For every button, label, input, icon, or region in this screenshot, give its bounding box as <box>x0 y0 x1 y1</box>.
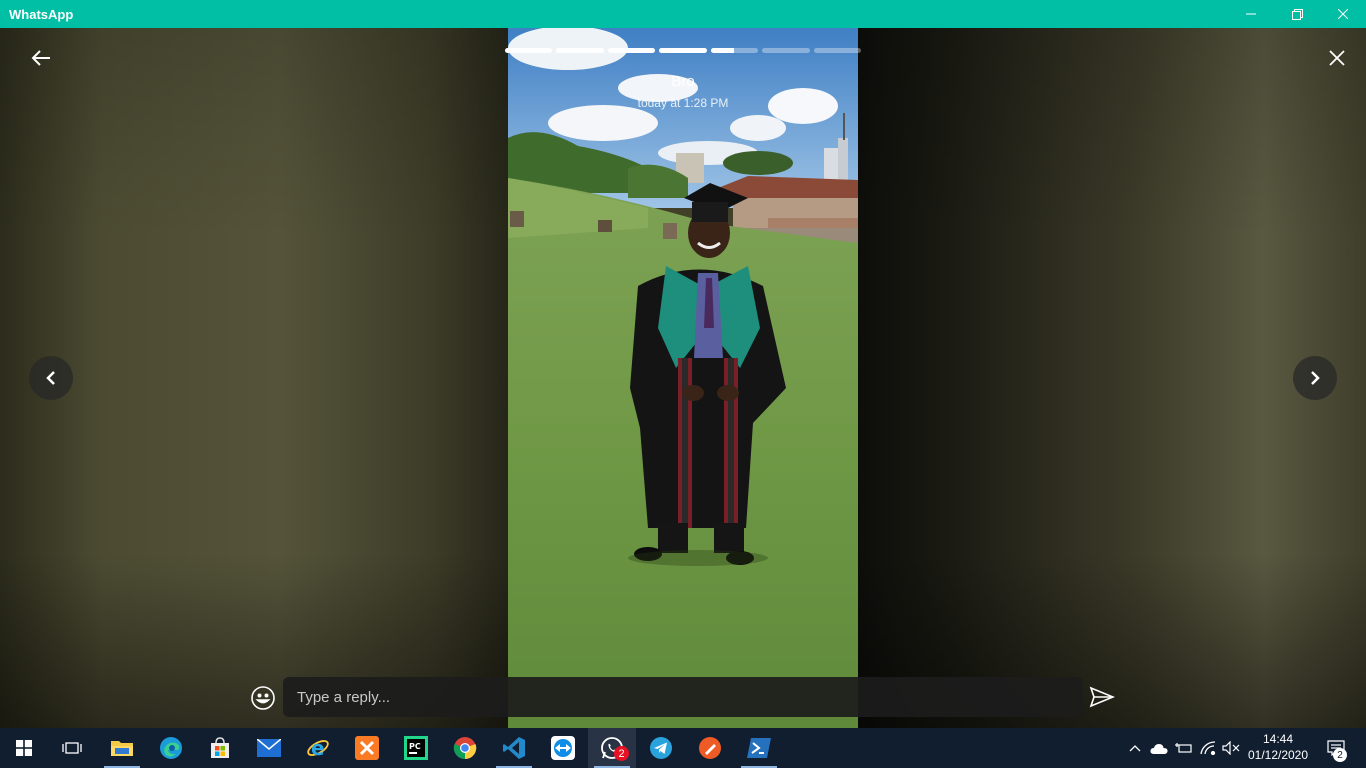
send-button[interactable] <box>1086 682 1118 712</box>
edge-icon <box>160 737 182 759</box>
taskbar-chrome[interactable] <box>441 728 489 768</box>
taskbar-edge[interactable] <box>147 728 195 768</box>
whatsapp-unread-badge: 2 <box>614 746 629 761</box>
clock-date: 01/12/2020 <box>1247 748 1309 762</box>
vscode-icon <box>503 737 525 759</box>
mail-icon <box>257 739 281 757</box>
back-button[interactable] <box>24 42 58 74</box>
progress-segment <box>556 48 604 53</box>
tray-onedrive[interactable] <box>1148 728 1170 768</box>
speaker-muted-icon <box>1222 741 1240 755</box>
task-view-icon <box>62 742 82 754</box>
chevron-left-icon <box>46 371 55 385</box>
telegram-icon <box>650 737 672 759</box>
taskbar-postman[interactable] <box>686 728 734 768</box>
windows-taskbar: e PC 2 14:44 01/12/2020 <box>0 728 1366 768</box>
folder-icon <box>111 741 133 756</box>
minimize-icon <box>1246 13 1256 15</box>
taskbar-file-explorer[interactable] <box>98 728 146 768</box>
minimize-button[interactable] <box>1228 0 1274 28</box>
taskbar-whatsapp[interactable]: 2 <box>588 728 636 768</box>
progress-segment <box>762 48 810 53</box>
tray-network[interactable] <box>1196 728 1220 768</box>
status-progress-bar <box>505 48 861 54</box>
task-view-button[interactable] <box>48 728 96 768</box>
next-status-button[interactable] <box>1293 356 1337 400</box>
poster-name: Bro <box>671 73 695 90</box>
status-photo <box>508 28 858 728</box>
progress-segment-fill <box>556 48 604 53</box>
window-titlebar: WhatsApp <box>0 0 1366 28</box>
taskbar-mail[interactable] <box>245 728 293 768</box>
previous-status-button[interactable] <box>29 356 73 400</box>
progress-segment <box>710 48 759 53</box>
clock-time: 14:44 <box>1262 732 1294 746</box>
window-title: WhatsApp <box>9 6 74 22</box>
progress-segment-fill <box>505 48 553 53</box>
restore-button[interactable] <box>1274 0 1320 28</box>
posted-time: today at 1:28 PM <box>637 96 729 110</box>
svg-text:PC: PC <box>409 742 421 751</box>
close-icon <box>1338 9 1348 19</box>
progress-segment <box>659 48 707 53</box>
taskbar-teamviewer[interactable] <box>539 728 587 768</box>
close-window-button[interactable] <box>1320 0 1366 28</box>
taskbar-pycharm[interactable]: PC <box>392 728 440 768</box>
progress-segment <box>505 48 553 53</box>
chevron-up-icon <box>1129 745 1141 752</box>
progress-segment <box>813 48 861 53</box>
tray-volume[interactable] <box>1220 728 1242 768</box>
notification-count-badge: 2 <box>1333 748 1347 762</box>
emoji-button[interactable] <box>248 683 278 713</box>
ie-icon: e <box>307 736 329 760</box>
start-button[interactable] <box>0 728 48 768</box>
progress-segment-fill <box>607 48 656 53</box>
chevron-right-icon <box>1311 371 1320 385</box>
battery-icon <box>1175 743 1192 753</box>
tray-overflow-button[interactable] <box>1124 728 1146 768</box>
close-status-button[interactable] <box>1320 42 1354 74</box>
smiley-icon <box>251 686 275 710</box>
progress-segment-fill <box>659 48 707 53</box>
progress-segment-fill <box>710 48 735 53</box>
wifi-icon <box>1200 741 1216 755</box>
xampp-icon <box>355 736 379 760</box>
taskbar-microsoft-store[interactable] <box>196 728 244 768</box>
send-icon <box>1089 686 1115 708</box>
onedrive-cloud-icon <box>1150 743 1168 754</box>
pycharm-icon: PC <box>404 736 428 760</box>
postman-icon <box>699 737 721 759</box>
windows-logo-icon <box>16 740 32 756</box>
svg-text:e: e <box>311 736 325 760</box>
taskbar-telegram[interactable] <box>637 728 685 768</box>
store-icon <box>211 737 229 758</box>
taskbar-xampp[interactable] <box>343 728 391 768</box>
restore-icon <box>1291 8 1303 20</box>
progress-segment <box>607 48 656 53</box>
close-icon <box>1329 50 1345 66</box>
taskbar-powershell[interactable] <box>735 728 783 768</box>
reply-input[interactable] <box>283 677 1083 717</box>
powershell-icon <box>747 738 771 758</box>
arrow-left-icon <box>31 50 50 66</box>
taskbar-vscode[interactable] <box>490 728 538 768</box>
teamviewer-icon <box>551 736 575 760</box>
taskbar-internet-explorer[interactable]: e <box>294 728 342 768</box>
system-clock[interactable]: 14:44 01/12/2020 <box>1240 728 1316 768</box>
tray-battery[interactable] <box>1172 728 1194 768</box>
chrome-icon <box>453 737 477 760</box>
